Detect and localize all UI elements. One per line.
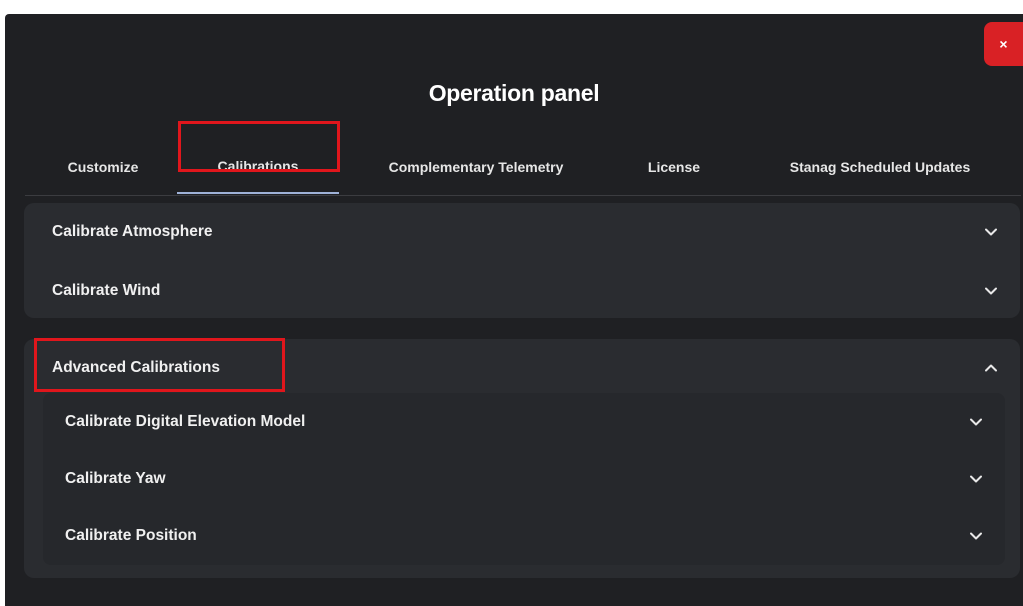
tab-bar: Customize Calibrations Complementary Tel… bbox=[25, 140, 1021, 196]
chevron-down-icon bbox=[984, 225, 998, 239]
section-calibrate-position[interactable]: Calibrate Position bbox=[43, 507, 1005, 565]
section-label: Advanced Calibrations bbox=[52, 359, 220, 376]
section-calibrate-digital-elevation-model[interactable]: Calibrate Digital Elevation Model bbox=[43, 393, 1005, 451]
chevron-down-icon bbox=[969, 529, 983, 543]
section-calibrate-atmosphere[interactable]: Calibrate Atmosphere bbox=[24, 203, 1020, 261]
dialog-title: Operation panel bbox=[428, 80, 600, 106]
tab-complementary-telemetry[interactable]: Complementary Telemetry bbox=[361, 140, 591, 194]
chevron-down-icon bbox=[984, 284, 998, 298]
chevron-down-icon bbox=[969, 415, 983, 429]
calibration-group-advanced: Advanced Calibrations Calibrate Digital … bbox=[24, 339, 1020, 578]
section-advanced-calibrations[interactable]: Advanced Calibrations bbox=[24, 339, 1020, 397]
section-label: Calibrate Atmosphere bbox=[52, 223, 213, 240]
section-label: Calibrate Wind bbox=[52, 282, 161, 299]
operation-panel-dialog: Operation panel Customize Calibrations C… bbox=[5, 14, 1023, 606]
close-icon: × bbox=[999, 36, 1008, 52]
section-calibrate-wind[interactable]: Calibrate Wind bbox=[24, 262, 1020, 320]
section-label: Calibrate Position bbox=[65, 527, 197, 544]
chevron-down-icon bbox=[969, 472, 983, 486]
tab-license[interactable]: License bbox=[629, 140, 719, 194]
tab-calibrations[interactable]: Calibrations bbox=[177, 140, 339, 194]
tab-stanag-scheduled-updates[interactable]: Stanag Scheduled Updates bbox=[765, 140, 995, 194]
section-label: Calibrate Digital Elevation Model bbox=[65, 413, 306, 430]
tab-customize[interactable]: Customize bbox=[43, 140, 163, 194]
close-button[interactable]: × bbox=[984, 22, 1023, 66]
section-label: Calibrate Yaw bbox=[65, 470, 166, 487]
calibration-group-basic: Calibrate Atmosphere Calibrate Wind bbox=[24, 203, 1020, 318]
section-calibrate-yaw[interactable]: Calibrate Yaw bbox=[43, 450, 1005, 508]
chevron-up-icon bbox=[984, 361, 998, 375]
advanced-calibrations-list: Calibrate Digital Elevation Model Calibr… bbox=[43, 393, 1005, 565]
